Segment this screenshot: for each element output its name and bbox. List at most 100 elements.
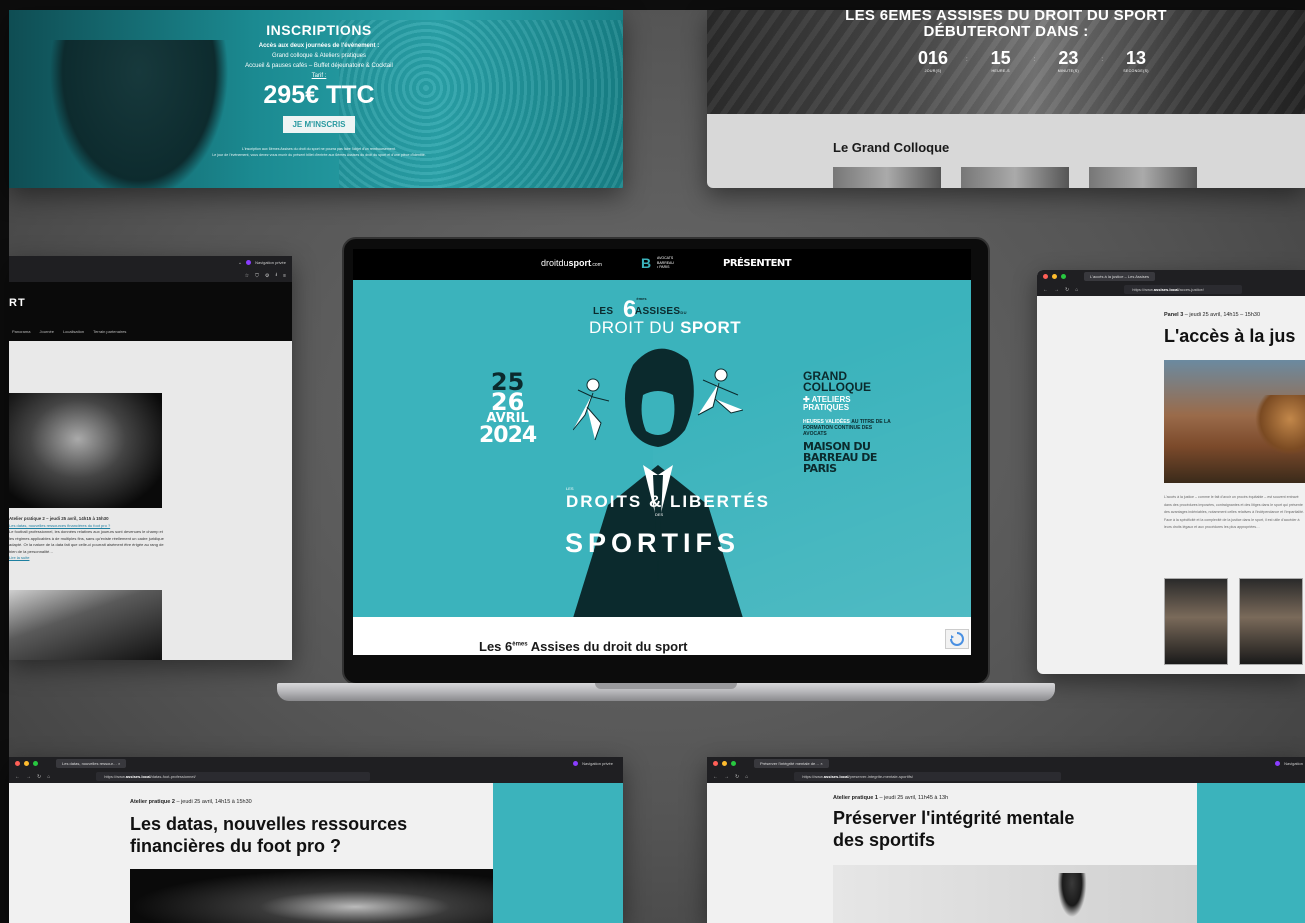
- stadium-gavel-image: [1164, 360, 1305, 483]
- recaptcha-icon: [950, 632, 964, 646]
- maximize-window-icon[interactable]: [1061, 274, 1066, 279]
- countdown-title-line1: LES 6EMES ASSISES DU DROIT DU SPORT: [845, 10, 1167, 24]
- nav-item[interactable]: Localisation: [63, 329, 84, 334]
- register-button[interactable]: JE M'INSCRIS: [283, 116, 355, 133]
- browser-tab[interactable]: L'accès à la justice – Les Assises: [1084, 272, 1156, 281]
- home-icon[interactable]: ⌂: [1075, 287, 1078, 293]
- url-prefix: https://www.: [1132, 287, 1154, 292]
- inscriptions-catering-line: Accueil & pauses cafés – Buffet déjeunat…: [245, 63, 393, 69]
- url-path: /preserver-integrite-mentale-sportifs/: [848, 774, 913, 779]
- atelier-image: [130, 869, 493, 923]
- star-icon[interactable]: ☆: [245, 273, 249, 279]
- close-window-icon[interactable]: [713, 761, 718, 766]
- reload-icon[interactable]: ↻: [37, 774, 41, 780]
- countdown-separator: :: [1033, 57, 1036, 63]
- maximize-window-icon[interactable]: [731, 761, 736, 766]
- browser-window-bottom-left: Les datas, nouvelles ressour… × Navigati…: [9, 757, 623, 923]
- nav-item[interactable]: Journée: [39, 329, 53, 334]
- countdown-label: SECONDE(S): [1123, 69, 1149, 73]
- event-info: GRAND COLLOQUE ✚ ATELIERS PRATIQUES HEUR…: [803, 369, 893, 474]
- colloque-thumbnail[interactable]: [1089, 167, 1197, 188]
- private-browsing-label: Navigation: [1284, 761, 1303, 766]
- speaker-photo[interactable]: [1239, 578, 1303, 665]
- barreau-line: AVOCATS: [657, 256, 674, 260]
- url-host: assises.local: [1153, 287, 1179, 292]
- atelier-image: [833, 865, 1197, 923]
- runner-right: [697, 368, 743, 416]
- forward-icon[interactable]: →: [724, 774, 729, 780]
- grand-colloque-label: GRAND COLLOQUE: [803, 369, 871, 394]
- grand-colloque-heading: Le Grand Colloque: [833, 140, 950, 155]
- barreau-logo-icon[interactable]: B: [641, 255, 651, 271]
- article-image-data[interactable]: [9, 393, 162, 508]
- private-browsing-label: Navigation privée: [582, 761, 613, 766]
- close-window-icon[interactable]: [15, 761, 20, 766]
- extensions-icon[interactable]: ⚙: [265, 273, 269, 279]
- countdown-value: 13: [1126, 48, 1147, 68]
- reload-icon[interactable]: ↻: [735, 774, 739, 780]
- maximize-window-icon[interactable]: [33, 761, 38, 766]
- colloque-thumbnail[interactable]: [833, 167, 941, 188]
- url-path: /datas-foot-professionnel/: [150, 774, 196, 779]
- atelier-label: Atelier pratique 2: [130, 799, 175, 805]
- browser-toolbar: ☆ ⛉ ⚙ ⭳ ≡: [9, 269, 292, 282]
- browser-toolbar: ← → ↻ ⌂ https://www.assises.local/datas-…: [9, 770, 623, 783]
- suit-illustration: [573, 348, 743, 618]
- reload-icon[interactable]: ↻: [1065, 287, 1069, 293]
- countdown-seconds: 13 SECONDE(S): [1115, 48, 1157, 73]
- inscriptions-panel: INSCRIPTIONS Accès aux deux journées de …: [9, 10, 623, 188]
- heures-validees-label: HEURES VALIDÉES AU TITRE DE LA FORMATION…: [803, 419, 893, 437]
- forward-icon[interactable]: →: [26, 774, 31, 780]
- shield-icon[interactable]: ⛉: [255, 273, 259, 279]
- minimize-window-icon[interactable]: [722, 761, 727, 766]
- article-card: Atelier pratique 2 – jeudi 25 avril, 14h…: [9, 516, 169, 562]
- atelier-date: – jeudi 25 avril, 11h45 à 13h: [877, 795, 949, 801]
- browser-window-left: ⌄ Navigation privée ☆ ⛉ ⚙ ⭳ ≡ RT Panoram…: [9, 256, 292, 660]
- hero-emes: èmes: [636, 296, 647, 301]
- hero-du: DU: [680, 310, 687, 315]
- laptop-mockup: droitdusport.com B AVOCATS BARREAU • PAR…: [277, 237, 1055, 707]
- site-logo[interactable]: RT: [9, 297, 26, 309]
- nav-item[interactable]: Panorama: [12, 329, 30, 334]
- atelier-title-line: Préserver l'intégrité mentale: [833, 808, 1075, 828]
- countdown-separator: :: [1101, 57, 1104, 63]
- countdown-value: 016: [917, 48, 949, 68]
- browser-tab[interactable]: Les datas, nouvelles ressour… ×: [56, 759, 127, 768]
- article-image-second[interactable]: [9, 590, 162, 660]
- atelier-date: – jeudi 25 avril, 14h15 à 15h30: [174, 799, 252, 805]
- countdown-title-line2: DÉBUTERONT DANS :: [923, 23, 1089, 40]
- browser-tab[interactable]: Préserver l'intégrité mentale de… ×: [754, 759, 829, 768]
- colloque-thumbnail[interactable]: [961, 167, 1069, 188]
- inscriptions-title: INSCRIPTIONS: [266, 22, 372, 38]
- read-more-link[interactable]: Lire la suite: [9, 555, 169, 562]
- atelier-title: Les datas, nouvelles ressources financiè…: [130, 813, 407, 857]
- address-bar[interactable]: https://www.assises.local/datas-foot-pro…: [96, 772, 370, 781]
- logo-part-bold: sport: [568, 258, 592, 268]
- back-icon[interactable]: ←: [713, 774, 718, 780]
- recaptcha-badge[interactable]: [945, 629, 969, 649]
- nav-item[interactable]: Terrain partenaires: [93, 329, 126, 334]
- article-excerpt: Le football professionnel, les données r…: [9, 529, 164, 554]
- address-bar[interactable]: https://www.assises.local/preserver-inte…: [794, 772, 1061, 781]
- panel-title: L'accès à la jus: [1164, 326, 1296, 346]
- browser-tab-row: L'accès à la justice – Les Assises: [1037, 270, 1305, 283]
- hero-les: LES: [593, 306, 614, 317]
- droitdusport-logo[interactable]: droitdusport.com: [541, 258, 602, 268]
- gavel-shape: [1255, 395, 1305, 455]
- hero-des: DES: [655, 512, 664, 517]
- browser-tab-row: ⌄ Navigation privée: [9, 256, 292, 269]
- home-icon[interactable]: ⌂: [47, 774, 50, 780]
- url-host: assises.local: [823, 774, 849, 779]
- face-cutout: [641, 391, 675, 435]
- url-path: /acces-justice/: [1178, 287, 1204, 292]
- back-icon[interactable]: ←: [15, 774, 20, 780]
- chevron-down-icon[interactable]: ⌄: [238, 260, 242, 266]
- inscriptions-note: L'inscription aux 6èmes Assises du droit…: [169, 146, 469, 158]
- speaker-photo[interactable]: [1164, 578, 1228, 665]
- browser-chrome: L'accès à la justice – Les Assises ← → ↻…: [1037, 270, 1305, 296]
- minimize-window-icon[interactable]: [24, 761, 29, 766]
- atelier-label: Atelier pratique 1: [833, 795, 878, 801]
- home-icon[interactable]: ⌂: [745, 774, 748, 780]
- address-bar[interactable]: https://www.assises.local/acces-justice/: [1124, 285, 1243, 294]
- private-mask-icon: [573, 761, 579, 766]
